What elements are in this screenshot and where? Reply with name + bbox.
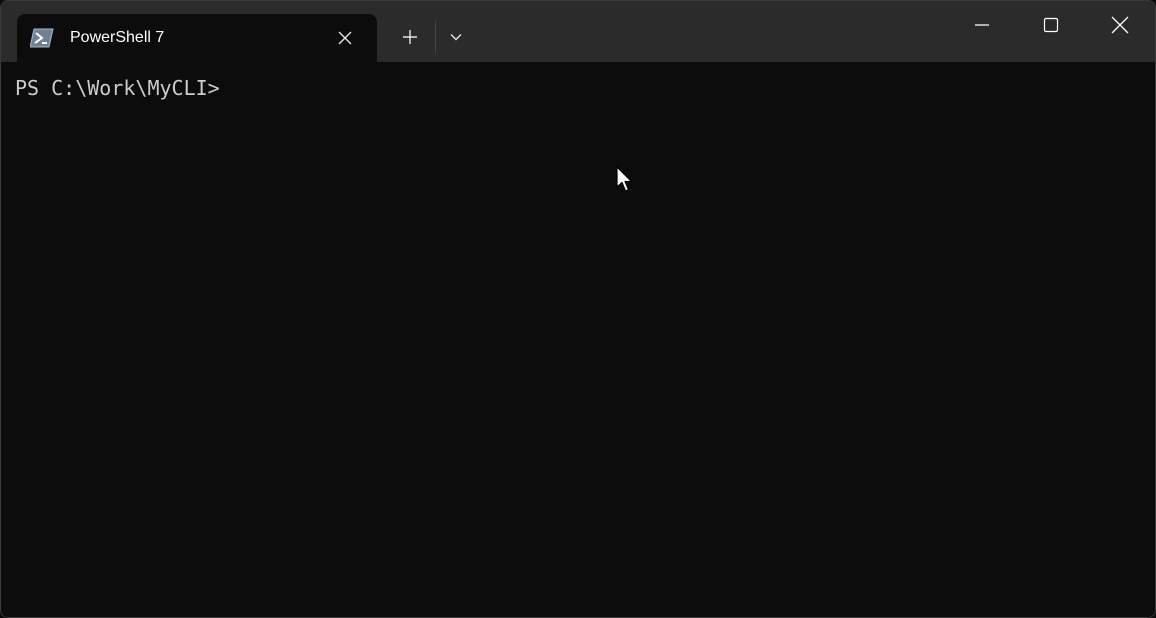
tab-powershell[interactable]: PowerShell 7: [17, 14, 377, 62]
plus-icon: [403, 30, 417, 44]
terminal-area[interactable]: PS C:\Work\MyCLI>: [1, 62, 1155, 617]
close-icon: [1111, 16, 1129, 33]
new-tab-button[interactable]: [394, 21, 426, 53]
new-tab-dropdown-button[interactable]: [441, 21, 471, 53]
prompt-line: PS C:\Work\MyCLI>: [15, 76, 220, 100]
tab-title: PowerShell 7: [70, 29, 165, 46]
minimize-icon: [975, 23, 989, 26]
close-window-button[interactable]: [1086, 1, 1154, 62]
maximize-button[interactable]: [1017, 1, 1085, 62]
tab-separator: [435, 21, 436, 53]
maximize-icon: [1043, 17, 1059, 32]
mouse-pointer-icon: [616, 166, 633, 192]
powershell-icon: [29, 28, 54, 48]
title-bar[interactable]: PowerShell 7: [1, 1, 1155, 62]
minimize-button[interactable]: [948, 1, 1016, 62]
tab-close-button[interactable]: [333, 26, 357, 50]
close-icon: [338, 31, 352, 45]
terminal-window: PowerShell 7 PS C:\Work\MyCLI>: [0, 0, 1156, 618]
chevron-down-icon: [450, 34, 462, 41]
